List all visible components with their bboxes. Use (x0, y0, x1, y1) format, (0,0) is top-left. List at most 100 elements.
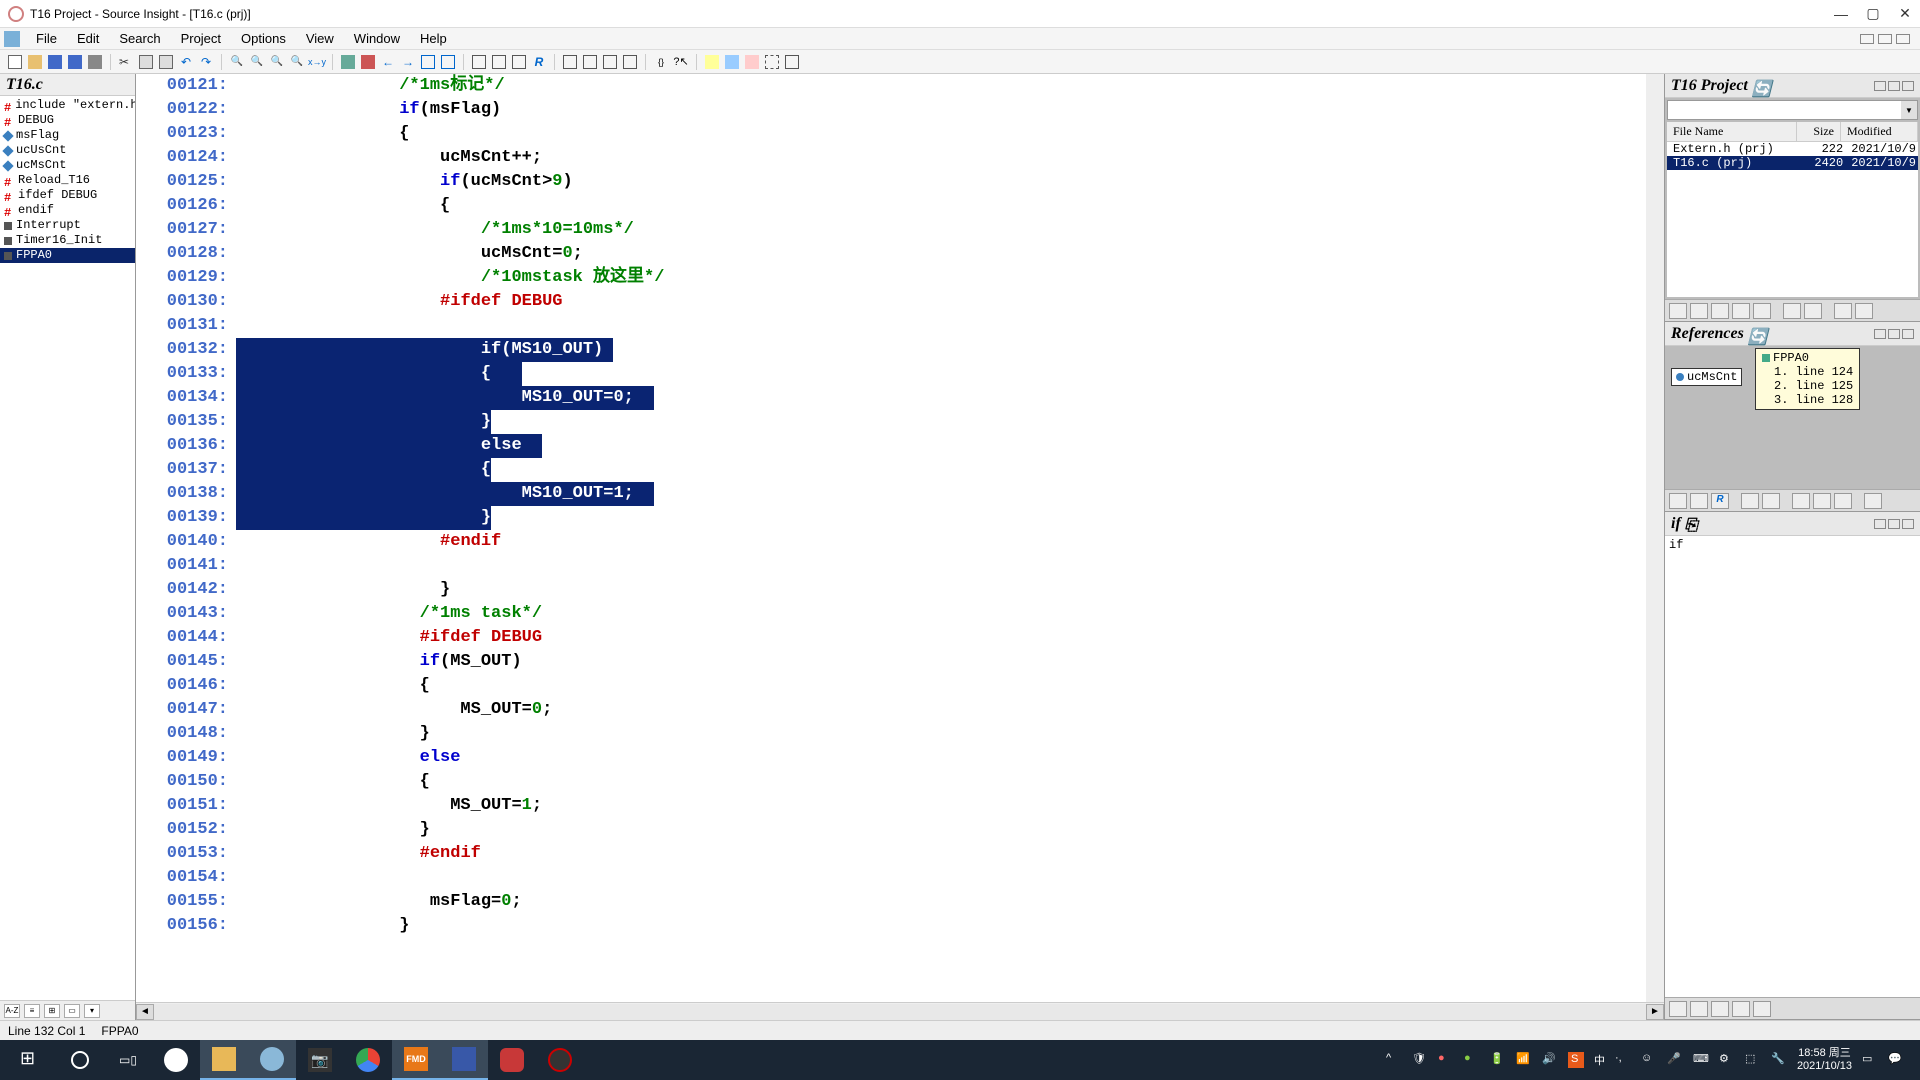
code-line[interactable]: 00121: /*1ms标记*/ (136, 74, 1664, 98)
task-chrome[interactable] (344, 1040, 392, 1080)
undo-button[interactable]: ↶ (177, 53, 195, 71)
panel-min-button[interactable] (1874, 329, 1886, 339)
mdi-restore[interactable] (1878, 34, 1892, 44)
line-content[interactable]: MS10_OUT=0; (236, 386, 1664, 410)
search-files-button[interactable]: 🔍 (288, 53, 306, 71)
sort-az-button[interactable]: A-Z (4, 1004, 20, 1018)
line-content[interactable]: { (236, 122, 1664, 146)
taskbar[interactable]: ⊞ ▭▯ 📷 FMD ^ 🛡 ● ● 🔋 📶 🔊 S 中 ·, ☺ 🎤 ⌨ ⚙ … (0, 1040, 1920, 1080)
code-line[interactable]: 00122: if(msFlag) (136, 98, 1664, 122)
ref-btn-9[interactable] (1864, 493, 1882, 509)
menu-file[interactable]: File (26, 29, 67, 48)
code-line[interactable]: 00133: { (136, 362, 1664, 386)
symbol-item[interactable]: ucMsCnt (0, 158, 135, 173)
line-content[interactable]: #ifdef DEBUG (236, 626, 1664, 650)
project-file-list[interactable]: File Name Size Modified Extern.h (prj)22… (1667, 122, 1918, 297)
code-line[interactable]: 00131: (136, 314, 1664, 338)
minimize-button[interactable]: — (1834, 7, 1848, 21)
mdi-minimize[interactable] (1860, 34, 1874, 44)
code-line[interactable]: 00138: MS10_OUT=1; (136, 482, 1664, 506)
line-content[interactable]: ucMsCnt=0; (236, 242, 1664, 266)
file-filter-combo[interactable]: ▼ (1667, 100, 1918, 120)
line-content[interactable]: if(MS10_OUT) (236, 338, 1664, 362)
new-file-button[interactable] (6, 53, 24, 71)
code-line[interactable]: 00123: { (136, 122, 1664, 146)
code-line[interactable]: 00124: ucMsCnt++; (136, 146, 1664, 170)
line-content[interactable]: { (236, 194, 1664, 218)
symbol-item[interactable]: DEBUG (0, 113, 135, 128)
highlight-button-3[interactable] (743, 53, 761, 71)
tray-action-icon[interactable]: 💬 (1888, 1052, 1904, 1068)
ctx-btn-3[interactable] (1711, 1001, 1729, 1017)
start-button[interactable]: ⊞ (8, 1040, 56, 1080)
refresh-icon[interactable]: 🔄 (1748, 327, 1764, 341)
symbol-list[interactable]: include "extern.hDEBUGmsFlagucUsCntucMsC… (0, 96, 135, 1000)
cut-button[interactable]: ✂ (117, 53, 135, 71)
line-content[interactable]: /*1ms task*/ (236, 602, 1664, 626)
tray-shield-icon[interactable]: 🛡 (1412, 1052, 1428, 1068)
line-content[interactable]: #ifdef DEBUG (236, 290, 1664, 314)
symbol-item[interactable]: endif (0, 203, 135, 218)
tile-v-button[interactable] (581, 53, 599, 71)
book-button[interactable]: ▭ (64, 1004, 80, 1018)
code-line[interactable]: 00145: if(MS_OUT) (136, 650, 1664, 674)
line-content[interactable]: if(ucMsCnt>9) (236, 170, 1664, 194)
combo-arrow-icon[interactable]: ▼ (1901, 101, 1917, 119)
ref-btn-3[interactable]: R (1711, 493, 1729, 509)
line-content[interactable] (236, 866, 1664, 890)
ref-btn-8[interactable] (1834, 493, 1852, 509)
hscroll-left[interactable]: ◄ (136, 1004, 154, 1020)
close-button[interactable]: ✕ (1898, 7, 1912, 21)
tile-h-button[interactable] (561, 53, 579, 71)
code-line[interactable]: 00144: #ifdef DEBUG (136, 626, 1664, 650)
code-line[interactable]: 00140: #endif (136, 530, 1664, 554)
col-modified[interactable]: Modified (1841, 122, 1918, 141)
code-line[interactable]: 00126: { (136, 194, 1664, 218)
tray-wifi-icon[interactable]: 📶 (1516, 1052, 1532, 1068)
proj-btn-1[interactable] (1669, 303, 1687, 319)
code-line[interactable]: 00152: } (136, 818, 1664, 842)
panel-min-button[interactable] (1874, 519, 1886, 529)
mdi-close[interactable] (1896, 34, 1910, 44)
bookmark-button[interactable] (339, 53, 357, 71)
proj-btn-6[interactable] (1783, 303, 1801, 319)
col-filename[interactable]: File Name (1667, 122, 1797, 141)
code-line[interactable]: 00149: else (136, 746, 1664, 770)
ctx-btn-1[interactable] (1669, 1001, 1687, 1017)
line-content[interactable]: else (236, 746, 1664, 770)
menu-window[interactable]: Window (344, 29, 410, 48)
search-prev-button[interactable]: 🔍 (268, 53, 286, 71)
save-all-button[interactable] (66, 53, 84, 71)
tree-button[interactable]: ⊞ (44, 1004, 60, 1018)
context-button[interactable]: {} (652, 53, 670, 71)
proj-btn-2[interactable] (1690, 303, 1708, 319)
code-line[interactable]: 00146: { (136, 674, 1664, 698)
line-content[interactable] (236, 314, 1664, 338)
refresh-icon[interactable]: 🔄 (1752, 79, 1768, 93)
copy-button[interactable] (137, 53, 155, 71)
panel-button-2[interactable] (490, 53, 508, 71)
symbol-item[interactable]: ifdef DEBUG (0, 188, 135, 203)
cascade-button[interactable] (601, 53, 619, 71)
task-app-4[interactable] (536, 1040, 584, 1080)
ctx-btn-5[interactable] (1753, 1001, 1771, 1017)
tray-punct-icon[interactable]: ·, (1615, 1052, 1631, 1068)
code-line[interactable]: 00125: if(ucMsCnt>9) (136, 170, 1664, 194)
cortana-button[interactable] (56, 1040, 104, 1080)
line-content[interactable]: MS_OUT=0; (236, 698, 1664, 722)
replace-button[interactable]: x→y (308, 53, 326, 71)
code-line[interactable]: 00151: MS_OUT=1; (136, 794, 1664, 818)
task-fmd[interactable]: FMD (392, 1040, 440, 1080)
line-content[interactable]: { (236, 770, 1664, 794)
line-content[interactable]: /*10mstask 放这里*/ (236, 266, 1664, 290)
task-camera[interactable]: 📷 (296, 1040, 344, 1080)
line-content[interactable]: #endif (236, 842, 1664, 866)
line-content[interactable]: { (236, 362, 1664, 386)
filter-button[interactable]: ▾ (84, 1004, 100, 1018)
line-content[interactable]: if(MS_OUT) (236, 650, 1664, 674)
editor-vscroll[interactable] (1646, 74, 1664, 1002)
tray-settings-icon[interactable]: ⚙ (1719, 1052, 1735, 1068)
highlight-button-1[interactable] (703, 53, 721, 71)
task-app-3[interactable] (488, 1040, 536, 1080)
code-line[interactable]: 00153: #endif (136, 842, 1664, 866)
